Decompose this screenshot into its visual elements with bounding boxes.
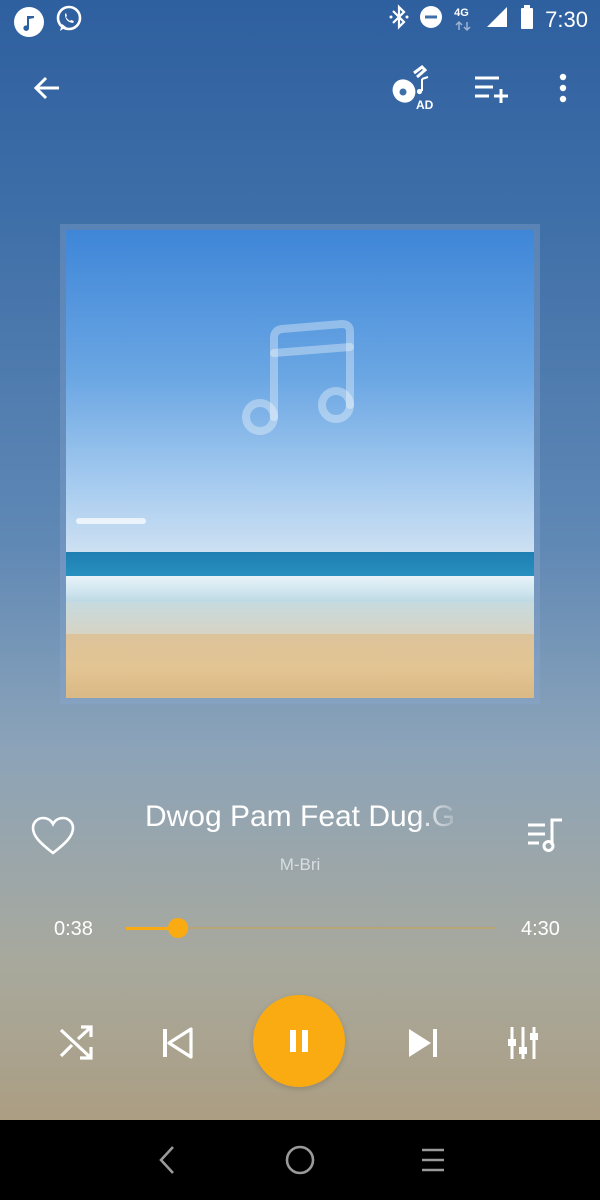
bluetooth-icon bbox=[389, 4, 409, 35]
more-vert-icon bbox=[559, 73, 567, 103]
music-note-icon bbox=[14, 6, 44, 37]
pause-icon bbox=[290, 1030, 308, 1052]
album-art bbox=[66, 230, 534, 698]
network-type-label: 4G bbox=[454, 6, 469, 19]
music-player-screen: 4G 7:30 AD Dwog Pam Feat Dug.G M-Bri 0:3… bbox=[0, 0, 600, 1200]
music-note-placeholder-icon bbox=[240, 320, 360, 445]
track-title: Dwog Pam Feat Dug.G bbox=[144, 800, 456, 833]
arrow-left-icon bbox=[33, 76, 59, 100]
total-duration: 4:30 bbox=[521, 918, 560, 940]
favorite-button[interactable] bbox=[30, 815, 76, 862]
system-back-button[interactable] bbox=[142, 1138, 192, 1182]
skip-previous-icon bbox=[163, 1027, 193, 1059]
system-home-button[interactable] bbox=[275, 1138, 325, 1182]
heart-icon bbox=[31, 816, 75, 855]
shuffle-button[interactable] bbox=[52, 1018, 102, 1068]
network-indicator: 4G bbox=[453, 6, 475, 34]
toolbar: AD bbox=[0, 55, 600, 119]
shuffle-icon bbox=[59, 1025, 93, 1060]
chevron-left-icon bbox=[159, 1146, 174, 1174]
queue-button[interactable] bbox=[525, 815, 565, 860]
status-bar: 4G 7:30 bbox=[0, 0, 600, 42]
elapsed-time: 0:38 bbox=[54, 918, 93, 940]
playlist-add-icon bbox=[475, 76, 508, 103]
signal-icon bbox=[485, 5, 509, 34]
home-circle-icon bbox=[285, 1145, 315, 1175]
seek-bar[interactable] bbox=[126, 918, 496, 938]
pause-button[interactable] bbox=[253, 995, 345, 1087]
previous-button[interactable] bbox=[152, 1018, 202, 1068]
album-cloud bbox=[76, 518, 146, 524]
album-sand bbox=[66, 634, 534, 698]
back-button[interactable] bbox=[24, 65, 70, 111]
system-menu-button[interactable] bbox=[408, 1138, 458, 1182]
system-navigation-bar bbox=[0, 1120, 600, 1200]
guitar-badge-label: AD bbox=[416, 98, 434, 112]
data-arrows-icon bbox=[455, 20, 471, 31]
skip-next-icon bbox=[409, 1029, 437, 1057]
seek-bar-thumb[interactable] bbox=[167, 918, 188, 938]
album-surf bbox=[66, 576, 534, 604]
do-not-disturb-icon bbox=[419, 5, 443, 34]
battery-icon bbox=[519, 4, 535, 35]
more-options-button[interactable] bbox=[540, 65, 586, 111]
clock: 7:30 bbox=[545, 6, 588, 32]
equalizer-button[interactable] bbox=[498, 1018, 548, 1068]
track-artist: M-Bri bbox=[279, 855, 321, 874]
whatsapp-icon bbox=[54, 4, 84, 39]
album-shallow-water bbox=[66, 602, 534, 636]
guitar-chord-button[interactable]: AD bbox=[388, 65, 440, 112]
next-button[interactable] bbox=[398, 1018, 448, 1068]
add-to-playlist-button[interactable] bbox=[468, 65, 514, 111]
equalizer-icon bbox=[508, 1027, 538, 1059]
queue-music-icon bbox=[528, 818, 562, 852]
menu-lines-icon bbox=[422, 1148, 444, 1172]
